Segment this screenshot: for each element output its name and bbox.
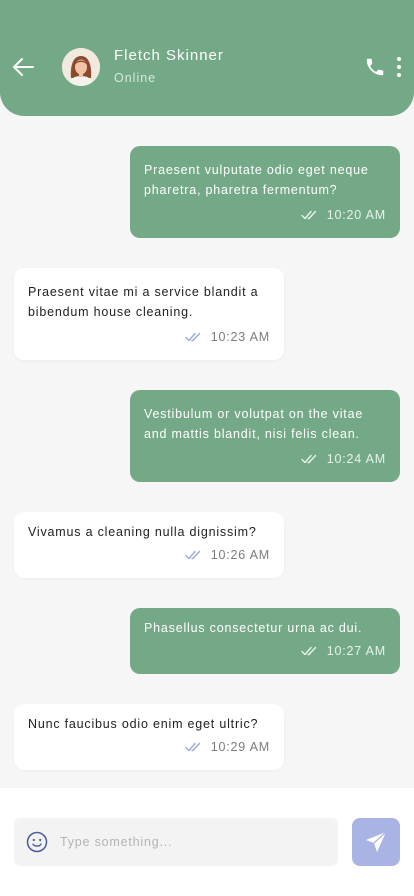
message-text-line: bibendum house cleaning. — [28, 305, 194, 319]
double-check-icon — [185, 332, 200, 342]
send-button[interactable] — [352, 818, 400, 866]
back-button[interactable] — [10, 52, 36, 82]
message-meta: 10:29 AM — [185, 737, 270, 757]
double-check-icon — [185, 742, 200, 752]
message-input[interactable] — [60, 818, 330, 866]
more-options-button[interactable] — [392, 56, 406, 78]
dot-icon — [397, 73, 401, 77]
message-text-line: Vestibulum or volutpat on the vitae — [144, 407, 364, 421]
message-meta: 10:20 AM — [301, 205, 386, 225]
message-input-wrapper — [14, 818, 338, 866]
double-check-icon — [301, 646, 316, 656]
message-text-line: Nunc faucibus odio enim eget ultric? — [28, 717, 259, 731]
message-text-line: Phasellus consectetur urna ac dui. — [144, 621, 363, 635]
message-meta: 10:26 AM — [185, 545, 270, 565]
message-bubble-outgoing[interactable]: Praesent vulputate odio eget neque phare… — [130, 146, 400, 238]
dot-icon — [397, 57, 401, 61]
message-bubble-incoming[interactable]: Vivamus a cleaning nulla dignissim? 10:2… — [14, 512, 284, 578]
message-composer — [0, 788, 414, 896]
double-check-icon — [185, 550, 200, 560]
message-text-line: Praesent vulputate odio eget neque — [144, 163, 369, 177]
message-bubble-incoming[interactable]: Nunc faucibus odio enim eget ultric? 10:… — [14, 704, 284, 770]
call-button[interactable] — [364, 56, 386, 78]
emoji-button[interactable] — [26, 831, 48, 853]
avatar[interactable] — [62, 48, 100, 86]
send-icon — [366, 831, 387, 852]
message-time: 10:20 AM — [326, 208, 386, 222]
message-time: 10:23 AM — [210, 330, 270, 344]
smiley-icon — [26, 831, 48, 853]
contact-photo — [62, 48, 100, 86]
phone-icon — [366, 58, 384, 76]
arrow-left-icon — [13, 58, 34, 76]
message-text-line: Vivamus a cleaning nulla dignissim? — [28, 525, 257, 539]
double-check-icon — [301, 454, 316, 464]
double-check-icon — [301, 210, 316, 220]
message-time: 10:29 AM — [210, 740, 270, 754]
message-meta: 10:27 AM — [301, 641, 386, 661]
message-text-line: Praesent vitae mi a service blandit a — [28, 285, 259, 299]
message-time: 10:24 AM — [326, 452, 386, 466]
chat-header: Fletch Skinner Online — [0, 0, 414, 116]
message-time: 10:27 AM — [326, 644, 386, 658]
contact-status: Online — [114, 71, 157, 85]
message-bubble-incoming[interactable]: Praesent vitae mi a service blandit a bi… — [14, 268, 284, 360]
message-bubble-outgoing[interactable]: Vestibulum or volutpat on the vitae and … — [130, 390, 400, 482]
message-time: 10:26 AM — [210, 548, 270, 562]
message-text-line: pharetra, pharetra fermentum? — [144, 183, 338, 197]
message-meta: 10:23 AM — [185, 327, 270, 347]
dot-icon — [397, 65, 401, 69]
message-meta: 10:24 AM — [301, 449, 386, 469]
message-bubble-outgoing[interactable]: Phasellus consectetur urna ac dui. 10:27… — [130, 608, 400, 674]
contact-name: Fletch Skinner — [114, 47, 224, 64]
message-text-line: and mattis blandit, nisi felis clean. — [144, 427, 360, 441]
